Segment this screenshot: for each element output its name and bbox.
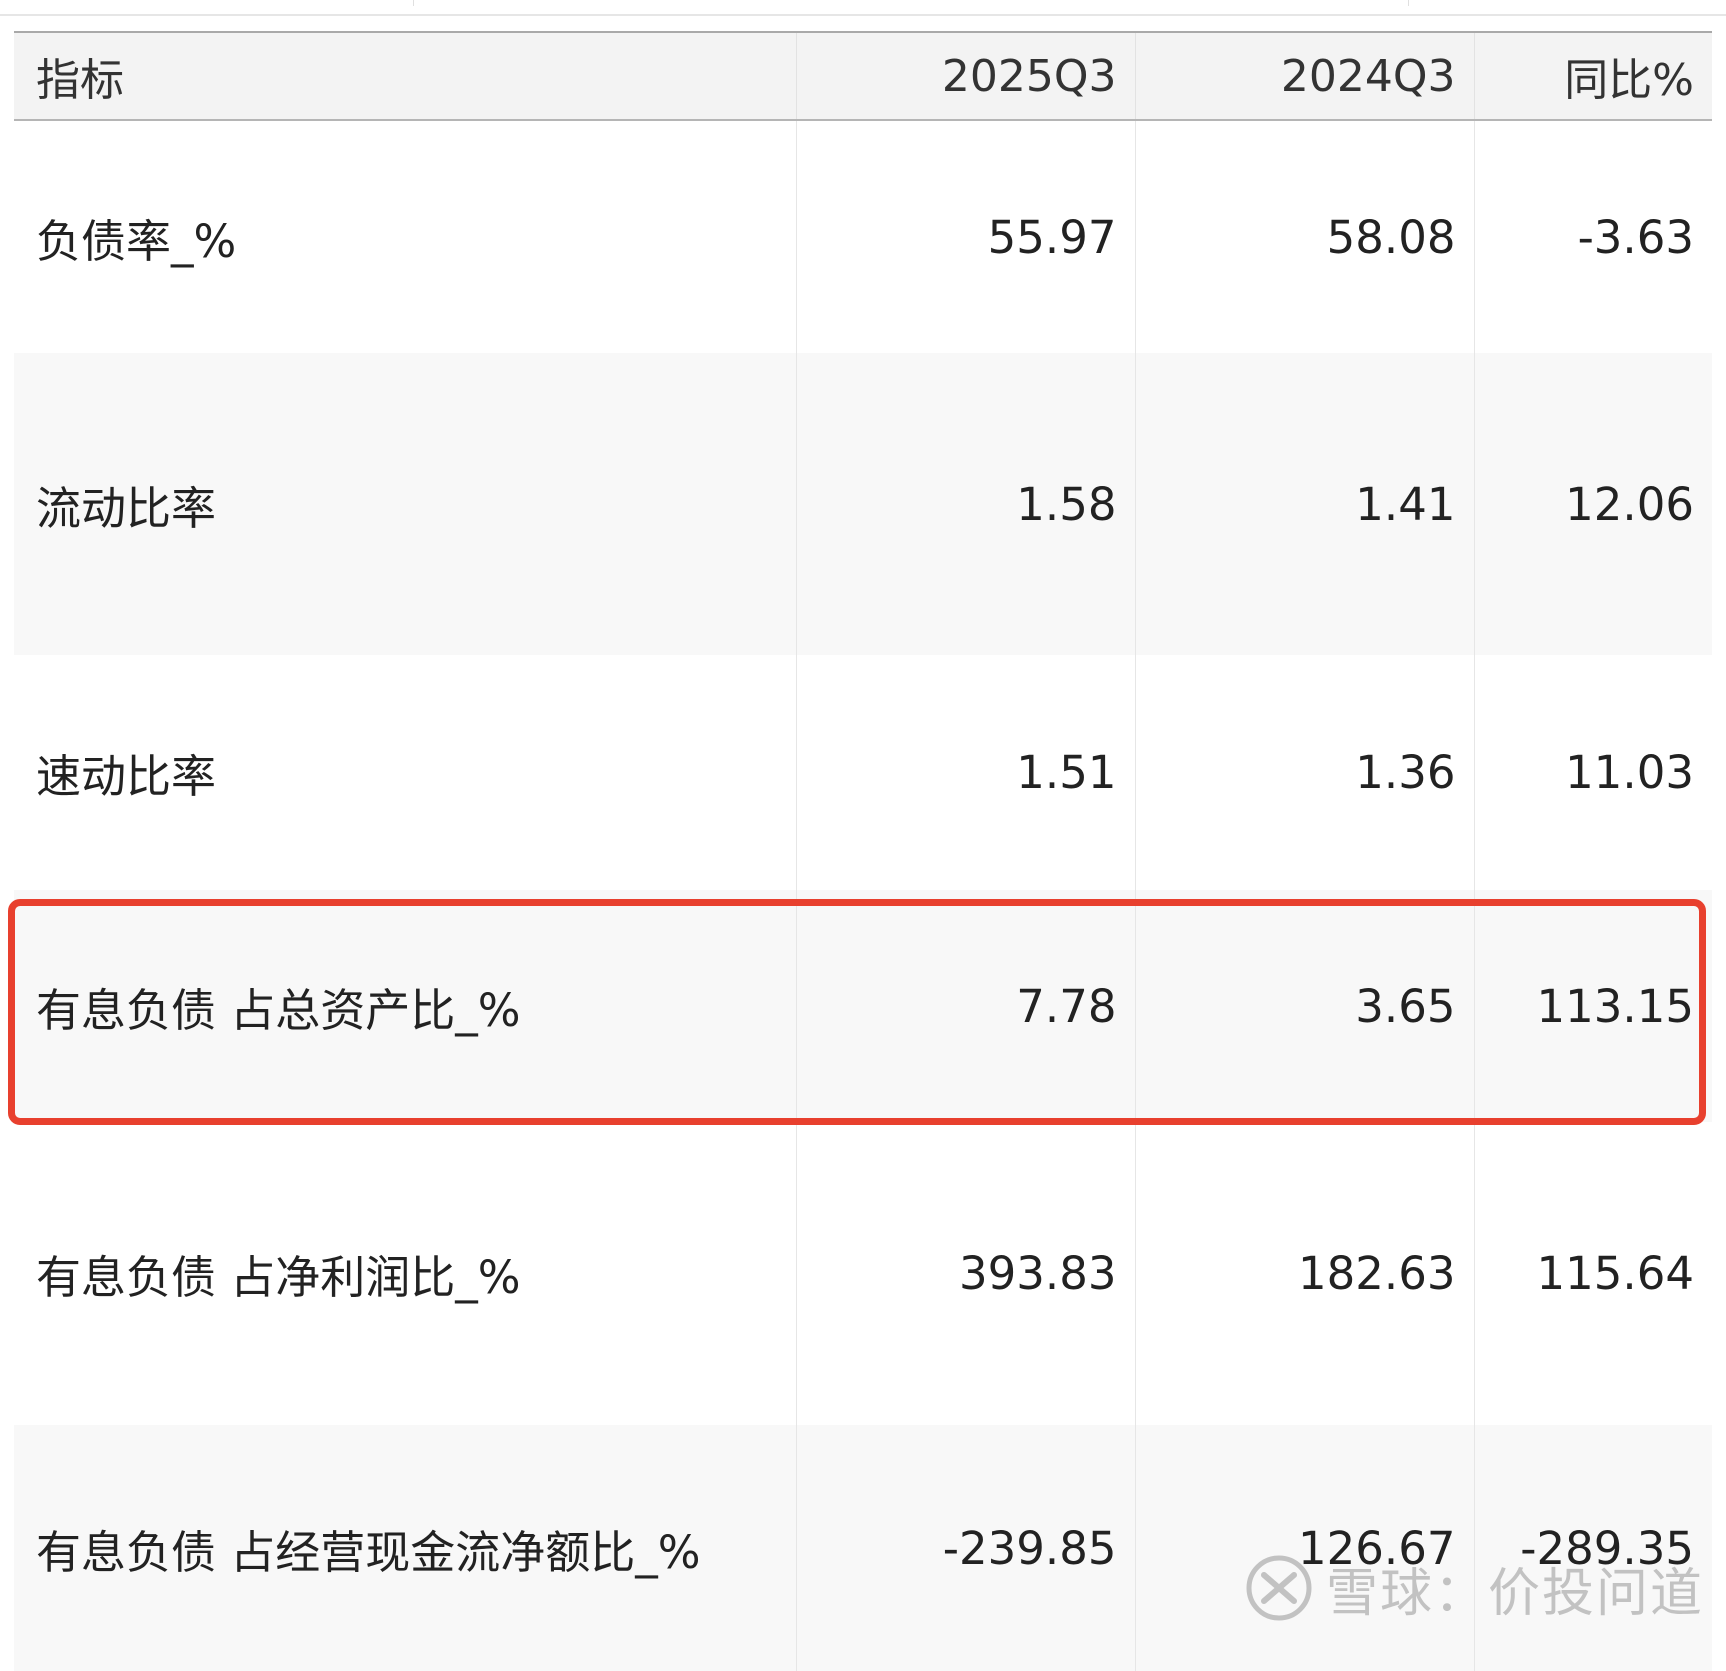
metric-label: 有息负债 占总资产比_% bbox=[36, 983, 521, 1037]
value-yoy: 113.15 bbox=[1473, 890, 1712, 1122]
value-2025q3: 1.58 bbox=[795, 353, 1135, 655]
column-divider bbox=[1408, 0, 1409, 6]
header-yoy[interactable]: 同比% bbox=[1473, 31, 1712, 121]
value-yoy: 12.06 bbox=[1473, 353, 1712, 655]
metric-label: 负债率_% bbox=[36, 214, 237, 268]
xueqiu-logo-icon bbox=[1246, 1555, 1312, 1621]
value-2024q3: 58.08 bbox=[1134, 120, 1474, 353]
header-2024q3[interactable]: 2024Q3 bbox=[1134, 31, 1474, 121]
column-divider bbox=[413, 0, 414, 6]
table-header-row: 指标 2025Q3 2024Q3 同比% bbox=[14, 31, 1712, 121]
value-2025q3: 393.83 bbox=[795, 1122, 1135, 1425]
value-2025q3: 7.78 bbox=[795, 890, 1135, 1122]
table-row: 流动比率 1.58 1.41 12.06 bbox=[14, 353, 1712, 655]
header-metric[interactable]: 指标 bbox=[14, 31, 796, 121]
value-2024q3: 3.65 bbox=[1134, 890, 1474, 1122]
header-2025q3[interactable]: 2025Q3 bbox=[795, 31, 1135, 121]
value-2025q3: 55.97 bbox=[795, 120, 1135, 353]
value-2024q3: 182.63 bbox=[1134, 1122, 1474, 1425]
metric-label: 有息负债 占净利润比_% bbox=[36, 1251, 521, 1304]
watermark: 雪球：价投问道 bbox=[1244, 1548, 1704, 1628]
watermark-text: 雪球：价投问道 bbox=[1326, 1563, 1705, 1624]
top-scroll-strip bbox=[0, 0, 1726, 16]
table-row: 负债率_% 55.97 58.08 -3.63 bbox=[14, 120, 1712, 353]
financial-metrics-table: 指标 2025Q3 2024Q3 同比% 负债率_% 55.97 58.08 -… bbox=[14, 31, 1712, 1671]
table-row-highlighted: 有息负债 占总资产比_% 7.78 3.65 113.15 bbox=[14, 890, 1712, 1122]
table-row: 速动比率 1.51 1.36 11.03 bbox=[14, 655, 1712, 890]
value-2024q3: 1.36 bbox=[1134, 655, 1474, 890]
value-yoy: 11.03 bbox=[1473, 655, 1712, 890]
table-row: 有息负债 占净利润比_% 393.83 182.63 115.64 bbox=[14, 1122, 1712, 1425]
value-2025q3: -239.85 bbox=[795, 1425, 1135, 1671]
metric-label: 流动比率 bbox=[36, 481, 217, 535]
metric-label: 有息负债 占经营现金流净额比_% bbox=[36, 1525, 701, 1579]
value-yoy: -3.63 bbox=[1473, 120, 1712, 353]
value-2025q3: 1.51 bbox=[795, 655, 1135, 890]
value-yoy: 115.64 bbox=[1473, 1122, 1712, 1425]
value-2024q3: 1.41 bbox=[1134, 353, 1474, 655]
metric-label: 速动比率 bbox=[36, 750, 217, 803]
